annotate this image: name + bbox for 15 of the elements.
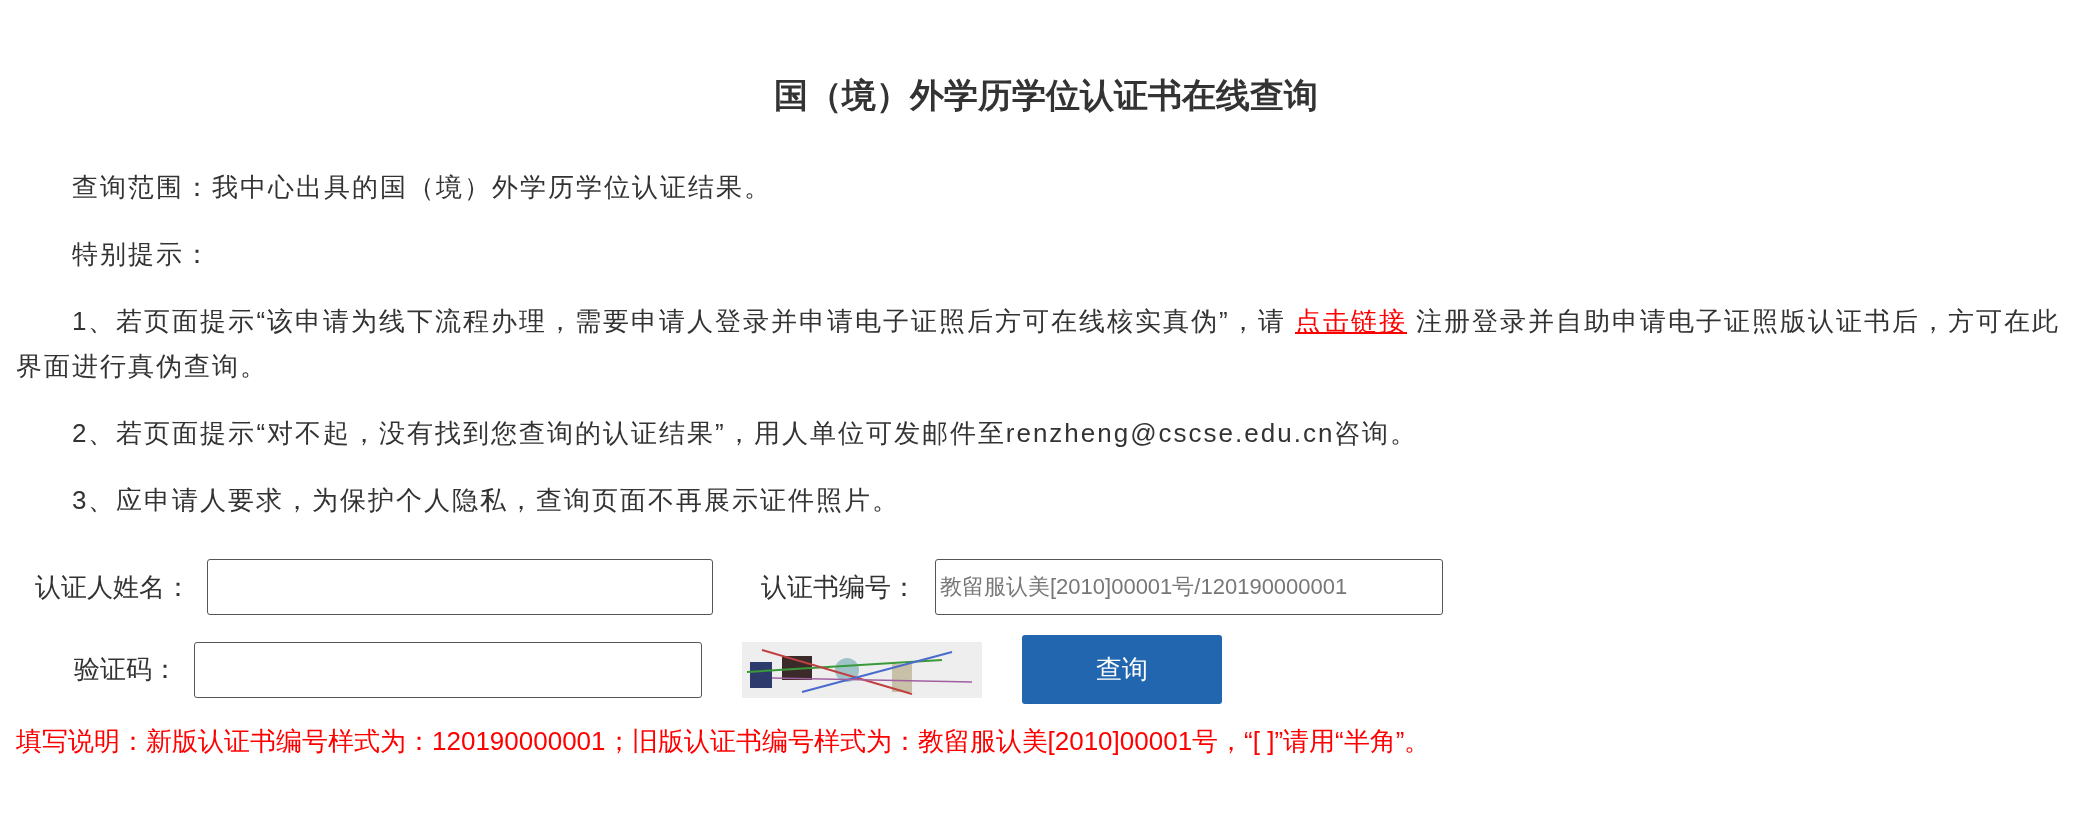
notice-paragraph: 特别提示： xyxy=(71,238,213,271)
notice-paragraph: 2、若页面提示“对不起，没有找到您查询的认证结果”，用人单位可发邮件至renzheng@cscse.edu.cn咨询。 xyxy=(71,417,1420,450)
field-label: 认证书编号： xyxy=(761,570,918,604)
page-title: 国（境）外学历学位认证书在线查询 xyxy=(774,75,1318,116)
name-input[interactable] xyxy=(207,559,713,615)
captcha-input[interactable] xyxy=(194,641,702,698)
field-label: 验证码： xyxy=(73,653,178,686)
search-button[interactable]: 查询 xyxy=(1022,635,1222,704)
notice-paragraph: 3、应申请人要求，为保护个人隐私，查询页面不再展示证件照片。 xyxy=(71,484,902,517)
instructions-text: 填写说明：新版认证书编号样式为：120190000001；旧版认证书编号样式为：教留服认美[2010]00001号，“[ ]”请用“半角”。 xyxy=(16,725,1432,758)
certificate-input[interactable]: 教留服认美[2010]00001号/120190000001 xyxy=(935,559,1443,615)
notice-paragraph: 查询范围：我中心出具的国（境）外学历学位认证结果。 xyxy=(71,171,773,204)
link[interactable]: 点击链接 xyxy=(1295,306,1407,336)
field-label: 认证人姓名： xyxy=(34,570,191,604)
notice-paragraph: 1、若页面提示“该申请为线下流程办理，需要申请人登录并申请电子证照后方可在线核实真伪”，请 点击链接 注册登录并自助申请电子证照版认证书后，方可在此界面进行真伪查询。 xyxy=(16,305,2062,383)
